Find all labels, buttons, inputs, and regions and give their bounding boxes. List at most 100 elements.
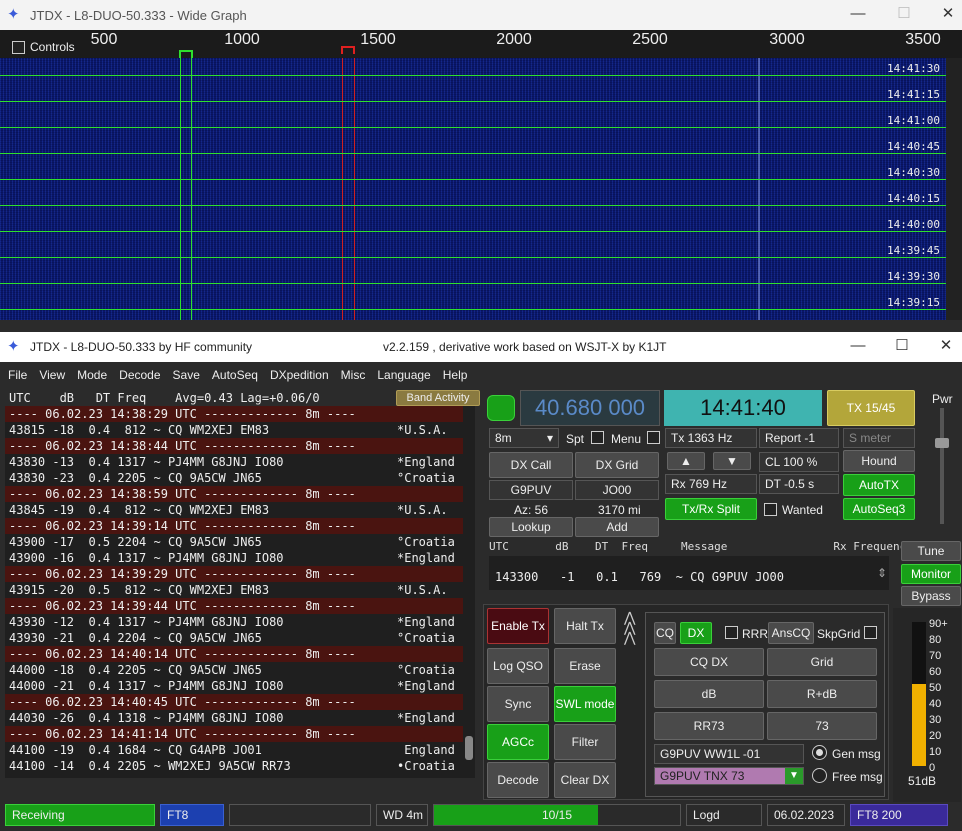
decode-row[interactable]: 44000 -18 0.4 2205 ~ CQ 9A5CW JN65 °Croat…	[5, 662, 463, 678]
decode-scrollbar[interactable]	[463, 406, 475, 778]
decode-separator[interactable]: ---- 06.02.23 14:40:45 UTC -------------…	[5, 694, 463, 710]
clear-dx-button[interactable]: Clear DX	[554, 762, 616, 798]
decode-row[interactable]: 43815 -18 0.4 812 ~ CQ WM2XEJ EM83 *U.S.A…	[5, 422, 463, 438]
autotx-button[interactable]: AutoTX	[843, 474, 915, 496]
minimize-icon[interactable]: —	[836, 332, 880, 362]
band-activity-list[interactable]: ---- 06.02.23 14:38:29 UTC -------------…	[5, 406, 463, 778]
free-message-select[interactable]: G9PUV TNX 73 ▼	[654, 767, 804, 785]
dx-grid-field[interactable]: JO00	[575, 480, 659, 500]
add-button[interactable]: Add	[575, 517, 659, 537]
controls-checkbox[interactable]	[12, 40, 25, 55]
pwr-slider-handle[interactable]	[935, 438, 949, 448]
decode-row[interactable]: 43930 -12 0.4 1317 ~ PJ4MM G8JNJ IO80 *En…	[5, 614, 463, 630]
frequency-ruler[interactable]: Controls 500 1000 1500 2000 2500 3000 35…	[0, 30, 962, 58]
rx-frequency-spin[interactable]: Rx 769 Hz	[665, 474, 757, 494]
decode-row[interactable]: 43830 -13 0.4 1317 ~ PJ4MM G8JNJ IO80 *En…	[5, 454, 463, 470]
menu-misc[interactable]: Misc	[335, 368, 372, 382]
cl-spin[interactable]: CL 100 %	[759, 452, 839, 472]
skpgrid-checkbox[interactable]	[864, 626, 877, 639]
menu-save[interactable]: Save	[167, 368, 206, 382]
dx-call-field[interactable]: G9PUV	[489, 480, 573, 500]
wanted-checkbox[interactable]	[764, 503, 777, 516]
cq-button[interactable]: CQ	[654, 622, 676, 644]
decode-separator[interactable]: ---- 06.02.23 14:40:14 UTC -------------…	[5, 646, 463, 662]
menu-checkbox[interactable]	[647, 431, 660, 444]
decode-row[interactable]: 43900 -17 0.5 2204 ~ CQ 9A5CW JN65 °Croat…	[5, 534, 463, 550]
agcc-button[interactable]: AGCc	[487, 724, 549, 760]
decode-separator[interactable]: ---- 06.02.23 14:39:14 UTC -------------…	[5, 518, 463, 534]
decode-row[interactable]: 43900 -16 0.4 1317 ~ PJ4MM G8JNJ IO80 *En…	[5, 550, 463, 566]
tx-rx-split-button[interactable]: Tx/Rx Split	[665, 498, 757, 520]
close-icon[interactable]: ✕	[924, 332, 962, 362]
decode-button[interactable]: Decode	[487, 762, 549, 798]
bypass-button[interactable]: Bypass	[901, 586, 961, 606]
enable-tx-button[interactable]: Enable Tx	[487, 608, 549, 644]
up-arrow-icon[interactable]: ▲	[667, 452, 705, 470]
dx-grid-button[interactable]: DX Grid	[575, 452, 659, 478]
cq-dx-button[interactable]: CQ DX	[654, 648, 764, 676]
tx-frequency-spin[interactable]: Tx 1363 Hz	[665, 428, 757, 448]
autoseq3-button[interactable]: AutoSeq3	[843, 498, 915, 520]
lookup-button[interactable]: Lookup	[489, 517, 573, 537]
decode-row[interactable]: 44100 -19 0.4 1684 ~ CQ G4APB JO01 Engla…	[5, 742, 463, 758]
grid-button[interactable]: Grid	[767, 648, 877, 676]
tx-period-button[interactable]: TX 15/45	[827, 390, 915, 426]
decode-separator[interactable]: ---- 06.02.23 14:38:44 UTC -------------…	[5, 438, 463, 454]
menu-dxpedition[interactable]: DXpedition	[264, 368, 335, 382]
decode-separator[interactable]: ---- 06.02.23 14:38:59 UTC -------------…	[5, 486, 463, 502]
smeter-field[interactable]: S meter	[843, 428, 915, 448]
swl-mode-button[interactable]: SWL mode	[554, 686, 616, 722]
rx-marker[interactable]	[179, 50, 193, 58]
r-db-button[interactable]: R+dB	[767, 680, 877, 708]
scroll-icon[interactable]: ⇕	[877, 566, 887, 580]
sync-button[interactable]: Sync	[487, 686, 549, 722]
decode-separator[interactable]: ---- 06.02.23 14:38:29 UTC -------------…	[5, 406, 463, 422]
dx-button[interactable]: DX	[680, 622, 712, 644]
decode-separator[interactable]: ---- 06.02.23 14:39:44 UTC -------------…	[5, 598, 463, 614]
menu-view[interactable]: View	[33, 368, 71, 382]
filter-button[interactable]: Filter	[554, 724, 616, 760]
gen-message-field[interactable]: G9PUV WW1L -01	[654, 744, 804, 764]
monitor-button[interactable]: Monitor	[901, 564, 961, 584]
rrr-checkbox[interactable]	[725, 626, 738, 639]
dt-spin[interactable]: DT -0.5 s	[759, 474, 839, 494]
anscq-button[interactable]: AnsCQ	[768, 622, 814, 644]
gen-msg-radio[interactable]	[812, 745, 827, 760]
tx-marker[interactable]	[341, 46, 355, 54]
scroll-thumb[interactable]	[465, 736, 473, 760]
decode-row[interactable]: 43830 -23 0.4 2205 ~ CQ 9A5CW JN65 °Croat…	[5, 470, 463, 486]
tune-button[interactable]: Tune	[901, 541, 961, 561]
menu-autoseq[interactable]: AutoSeq	[206, 368, 264, 382]
halt-tx-button[interactable]: Halt Tx	[554, 608, 616, 644]
decode-row[interactable]: 43930 -21 0.4 2204 ~ CQ 9A5CW JN65 °Croat…	[5, 630, 463, 646]
erase-button[interactable]: Erase	[554, 648, 616, 684]
rx-frequency-list[interactable]: 143300 -1 0.1 769 ~ CQ G9PUV JO00 ⇕	[489, 556, 889, 590]
decode-row[interactable]: 44100 -14 0.4 2205 ~ WM2XEJ 9A5CW RR73 •C…	[5, 758, 463, 774]
band-activity-button[interactable]: Band Activity	[396, 390, 480, 406]
maximize-icon[interactable]: ☐	[880, 332, 924, 362]
maximize-icon[interactable]: ☐	[882, 0, 926, 30]
decode-separator[interactable]: ---- 06.02.23 14:39:29 UTC -------------…	[5, 566, 463, 582]
decode-separator[interactable]: ---- 06.02.23 14:41:14 UTC -------------…	[5, 726, 463, 742]
decode-row[interactable]: 43915 -20 0.5 812 ~ CQ WM2XEJ EM83 *U.S.A…	[5, 582, 463, 598]
minimize-icon[interactable]: —	[836, 0, 880, 30]
decode-row[interactable]: 43845 -19 0.4 812 ~ CQ WM2XEJ EM83 *U.S.A…	[5, 502, 463, 518]
waterfall-display[interactable]: 14:41:30 14:41:15 14:41:00 14:40:45 14:4…	[0, 58, 962, 320]
decode-row[interactable]: 44000 -21 0.4 1317 ~ PJ4MM G8JNJ IO80 *En…	[5, 678, 463, 694]
down-arrow-icon[interactable]: ▼	[713, 452, 751, 470]
chevron-up-icon[interactable]: ⋀ ⋀ ⋀	[624, 610, 635, 644]
menu-mode[interactable]: Mode	[71, 368, 113, 382]
menu-help[interactable]: Help	[437, 368, 474, 382]
menu-language[interactable]: Language	[371, 368, 436, 382]
free-msg-radio[interactable]	[812, 768, 827, 783]
dx-call-button[interactable]: DX Call	[489, 452, 573, 478]
log-qso-button[interactable]: Log QSO	[487, 648, 549, 684]
db-button[interactable]: dB	[654, 680, 764, 708]
report-spin[interactable]: Report -1	[759, 428, 839, 448]
menu-decode[interactable]: Decode	[113, 368, 166, 382]
rr73-button[interactable]: RR73	[654, 712, 764, 740]
pwr-slider-track[interactable]	[940, 408, 944, 524]
close-icon[interactable]: ✕	[926, 0, 962, 30]
band-select[interactable]: 8m ▾	[489, 428, 559, 448]
decode-row[interactable]: 44030 -26 0.4 1318 ~ PJ4MM G8JNJ IO80 *En…	[5, 710, 463, 726]
